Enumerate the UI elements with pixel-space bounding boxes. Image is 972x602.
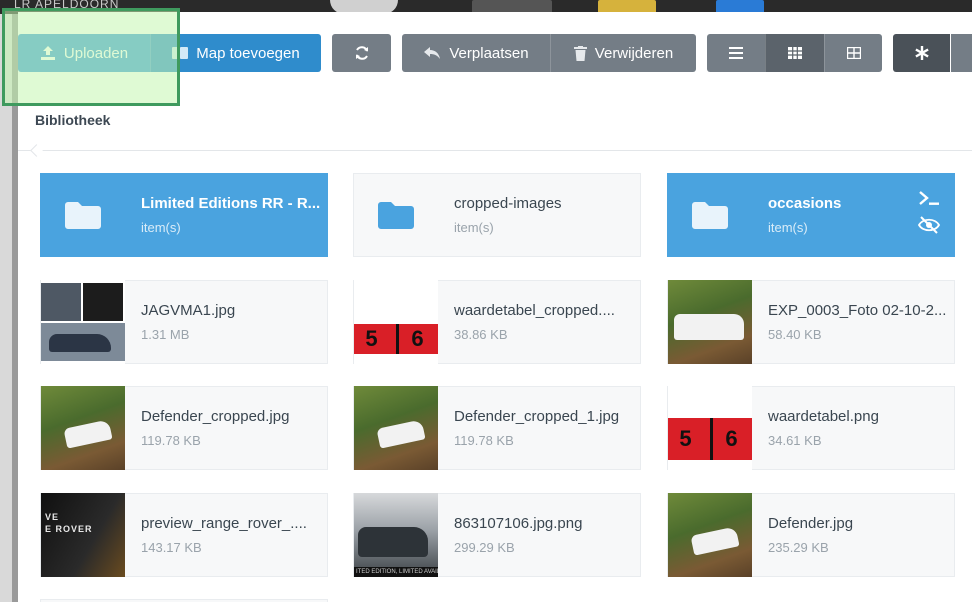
folder-card[interactable]: Limited Editions RR - R... item(s) — [40, 173, 328, 257]
file-size: 143.17 KB — [141, 540, 202, 555]
background-title: LR APELDOORN — [14, 0, 120, 11]
image-thumbnail — [41, 280, 125, 364]
breadcrumb[interactable]: Bibliotheek — [35, 112, 110, 128]
trash-icon — [573, 45, 587, 61]
delete-label: Verwijderen — [594, 44, 674, 62]
folder-icon — [354, 173, 438, 257]
eye-slash-icon[interactable] — [918, 216, 940, 234]
add-folder-label: Map toevoegen — [196, 44, 300, 62]
folder-icon — [668, 173, 752, 257]
list-icon — [729, 47, 743, 59]
file-size: 38.86 KB — [454, 327, 508, 342]
grid-view-button[interactable] — [765, 34, 824, 72]
folder-icon — [41, 173, 125, 257]
folder-name: cropped-images — [454, 195, 562, 212]
image-thumbnail: 5 6 — [354, 280, 438, 364]
delete-button[interactable]: Verwijderen — [550, 34, 696, 72]
file-card[interactable]: 5 6 waardetabel.png 34.61 KB — [667, 386, 955, 470]
file-name: EXP_0003_Foto 02-10-2... — [768, 302, 947, 319]
more-button[interactable] — [950, 34, 972, 72]
file-size: 119.78 KB — [141, 433, 201, 448]
background-sidebar — [0, 14, 12, 602]
folder-actions — [918, 190, 940, 234]
image-thumbnail: ITED EDITION, LIMITED AVAILAB — [354, 493, 438, 577]
file-card[interactable]: Defender_cropped.jpg 119.78 KB — [40, 386, 328, 470]
list-view-button[interactable] — [707, 34, 765, 72]
file-card[interactable]: EXP_0003_Foto 02-10-2... 58.40 KB — [667, 280, 955, 364]
refresh-button[interactable] — [332, 34, 391, 72]
folder-item-count: item(s) — [454, 220, 494, 235]
move-label: Verplaatsen — [449, 44, 529, 62]
small-grid-icon — [788, 47, 802, 59]
file-name: preview_range_rover_.... — [141, 515, 307, 532]
file-card[interactable]: Defender.jpg 235.29 KB — [667, 493, 955, 577]
file-size: 34.61 KB — [768, 433, 822, 448]
file-size: 119.78 KB — [454, 433, 514, 448]
terminal-icon[interactable] — [918, 190, 940, 206]
folder-icon — [172, 47, 189, 59]
breadcrumb-pointer — [30, 144, 43, 157]
image-thumbnail — [41, 386, 125, 470]
file-name: Defender.jpg — [768, 515, 854, 532]
image-thumbnail: VE E ROVER — [41, 493, 125, 577]
folder-card[interactable]: cropped-images item(s) — [353, 173, 641, 257]
breadcrumb-divider — [18, 150, 972, 151]
folder-name: Limited Editions RR - R... — [141, 195, 321, 212]
file-name: JAGVMA1.jpg — [141, 302, 236, 319]
image-thumbnail — [668, 493, 752, 577]
file-name: Defender_cropped_1.jpg — [454, 408, 620, 425]
upload-label: Uploaden — [63, 44, 129, 62]
file-size: 299.29 KB — [454, 540, 515, 555]
toolbar: Uploaden Map toevoegen Verplaatsen Verwi… — [18, 34, 972, 72]
file-name: waardetabel_cropped.... — [454, 302, 615, 319]
file-card[interactable]: VE E ROVER preview_range_rover_.... 143.1… — [40, 493, 328, 577]
select-all-button[interactable] — [893, 34, 950, 72]
file-size: 1.31 MB — [141, 327, 190, 342]
file-card[interactable]: Defender_cropped_1.jpg 119.78 KB — [353, 386, 641, 470]
file-name: Defender_cropped.jpg — [141, 408, 290, 425]
file-card[interactable]: ITED EDITION, LIMITED AVAILAB 863107106.… — [353, 493, 641, 577]
move-button[interactable]: Verplaatsen — [402, 34, 550, 72]
add-folder-button[interactable]: Map toevoegen — [150, 34, 321, 72]
image-thumbnail — [354, 386, 438, 470]
file-name: waardetabel.png — [768, 408, 879, 425]
upload-icon — [40, 46, 55, 60]
large-grid-view-button[interactable] — [824, 34, 882, 72]
file-name: 863107106.jpg.png — [454, 515, 583, 532]
media-manager: Uploaden Map toevoegen Verplaatsen Verwi… — [18, 12, 972, 602]
refresh-icon — [355, 46, 368, 60]
file-card[interactable]: JAGVMA1.jpg 1.31 MB — [40, 280, 328, 364]
image-thumbnail — [668, 280, 752, 364]
large-grid-icon — [846, 47, 861, 59]
upload-button[interactable]: Uploaden — [18, 34, 150, 72]
file-card[interactable]: 5 6 waardetabel_cropped.... 38.86 KB — [353, 280, 641, 364]
file-size: 235.29 KB — [768, 540, 829, 555]
asterisk-icon — [914, 46, 929, 60]
image-thumbnail: 5 6 — [668, 386, 752, 470]
folder-card[interactable]: occasions item(s) — [667, 173, 955, 257]
folder-item-count: item(s) — [141, 220, 181, 235]
reply-arrow-icon — [424, 47, 441, 59]
file-size: 58.40 KB — [768, 327, 822, 342]
